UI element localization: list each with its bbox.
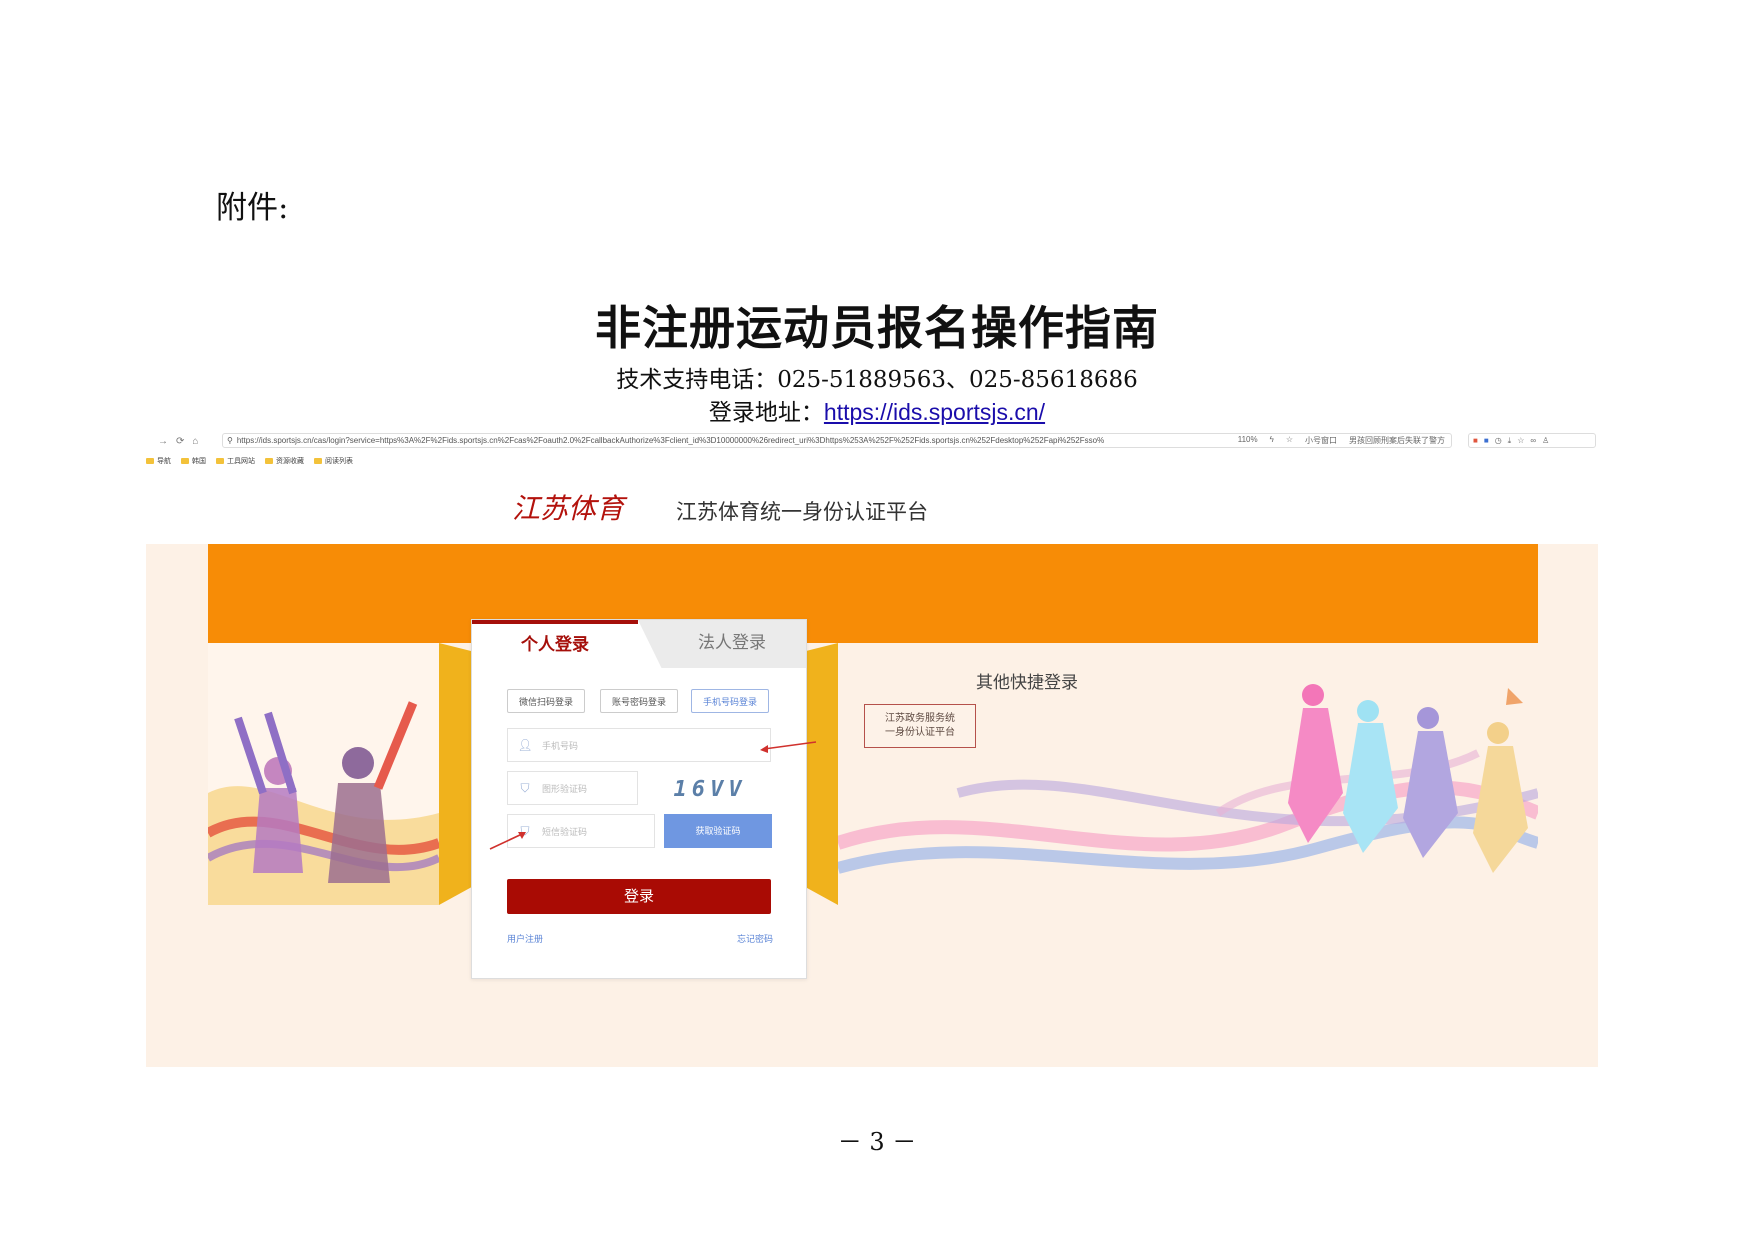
address-bar[interactable]: ⚲ https://ids.sportsjs.cn/cas/login?serv…	[222, 433, 1452, 448]
jsgov-line2: 一身份认证平台	[885, 727, 955, 738]
shield-icon: ⛉	[520, 780, 530, 795]
login-button[interactable]: 登录	[507, 879, 771, 914]
orange-banner	[208, 544, 1538, 643]
home-icon[interactable]: ⌂	[192, 436, 198, 447]
tab-personal-login[interactable]: 个人登录	[472, 620, 638, 668]
bookmark-folder[interactable]: 资源收藏	[265, 454, 304, 468]
bookmark-folder[interactable]: 导航	[146, 454, 171, 468]
bookmarks-bar: 导航 韩国 工具网站 资源收藏 阅读列表	[146, 454, 353, 468]
captcha-input[interactable]: ⛉ 图形验证码	[507, 771, 638, 805]
phone-placeholder: 手机号码	[542, 740, 579, 751]
download-icon[interactable]: ⤓	[1508, 436, 1512, 446]
login-tabs: 个人登录 法人登录	[472, 620, 806, 668]
red-arrow-sms	[489, 832, 526, 850]
jsgov-line1: 江苏政务服务统	[885, 713, 955, 724]
site-header: 江苏体育 江苏体育统一身份认证平台	[146, 472, 1598, 544]
folder-icon	[314, 458, 322, 464]
tab-corporate-login[interactable]: 法人登录	[638, 620, 806, 668]
browser-toolbar: → ⟳ ⌂ ⚲ https://ids.sportsjs.cn/cas/logi…	[146, 430, 1598, 452]
favorites-icon[interactable]: ☆	[1517, 436, 1524, 445]
document-title: 非注册运动员报名操作指南	[595, 301, 1159, 355]
login-address-link[interactable]: https://ids.sportsjs.cn/	[824, 399, 1045, 425]
red-arrow-phone	[760, 741, 817, 753]
login-address-line: 登录地址：https://ids.sportsjs.cn/	[0, 393, 1754, 427]
bookmark-folder[interactable]: 韩国	[181, 454, 206, 468]
user-icon: 👤︎	[517, 738, 533, 752]
search-icon: ⚲	[227, 436, 233, 445]
bookmark-folder[interactable]: 阅读列表	[314, 454, 353, 468]
support-phone-line: 技术支持电话：025-51889563、025-85618686	[616, 367, 1138, 393]
folder-icon	[265, 458, 273, 464]
forgot-password-link[interactable]: 忘记密码	[737, 932, 773, 945]
sms-code-input[interactable]: ⛉ 短信验证码	[507, 814, 655, 848]
captcha-placeholder: 图形验证码	[542, 783, 588, 794]
forward-icon[interactable]: →	[158, 436, 168, 447]
jiangsu-gov-login-button[interactable]: 江苏政务服务统 一身份认证平台	[864, 704, 976, 748]
celebrating-athletes-illustration	[208, 643, 439, 905]
translate-icon[interactable]: ■	[1484, 436, 1489, 445]
login-page-screenshot: → ⟳ ⌂ ⚲ https://ids.sportsjs.cn/cas/logi…	[146, 430, 1598, 1067]
bookmark-star-icon[interactable]: ☆	[1286, 435, 1293, 446]
runners-illustration	[838, 643, 1538, 905]
jiangsu-sports-logo: 江苏体育	[512, 492, 628, 525]
folder-icon	[216, 458, 224, 464]
register-link[interactable]: 用户注册	[507, 932, 543, 945]
captcha-image[interactable]: 16VV	[662, 773, 758, 805]
zoom-level[interactable]: 110%	[1238, 435, 1258, 446]
quick-login-title: 其他快捷登录	[976, 673, 1078, 692]
history-icon[interactable]: ◷	[1495, 436, 1502, 445]
promo-news[interactable]: 男孩回顾刑案后失联了警方	[1349, 435, 1445, 446]
phone-number-input[interactable]: 👤︎ 手机号码	[507, 728, 771, 762]
account-password-login-button[interactable]: 账号密码登录	[600, 689, 678, 713]
bookmark-folder[interactable]: 工具网站	[216, 454, 255, 468]
page-number: － 3 －	[837, 1128, 917, 1156]
sms-placeholder: 短信验证码	[542, 826, 588, 837]
login-card: 个人登录 法人登录 微信扫码登录 账号密码登录 手机号码登录 👤︎ 手机号码 ⛉…	[471, 619, 807, 979]
games-icon[interactable]: ∞	[1530, 436, 1536, 445]
lightning-icon[interactable]: ϟ	[1270, 435, 1274, 446]
get-sms-code-button[interactable]: 获取验证码	[664, 814, 772, 848]
wechat-qr-login-button[interactable]: 微信扫码登录	[507, 689, 585, 713]
svg-text:江苏体育: 江苏体育	[512, 492, 628, 525]
reload-icon[interactable]: ⟳	[176, 436, 184, 447]
phone-login-button[interactable]: 手机号码登录	[691, 689, 769, 713]
attachment-label: 附件:	[216, 190, 289, 226]
login-address-prefix: 登录地址：	[708, 400, 824, 426]
folder-icon	[146, 458, 154, 464]
site-name: 江苏体育统一身份认证平台	[676, 500, 928, 524]
extensions-bar: ■ ■ ◷ ⤓ ☆ ∞ ♙	[1468, 433, 1596, 448]
folder-icon	[181, 458, 189, 464]
small-window-button[interactable]: 小号窗口	[1305, 435, 1337, 446]
extension-icon[interactable]: ■	[1473, 436, 1478, 445]
address-url: https://ids.sportsjs.cn/cas/login?servic…	[236, 436, 1105, 445]
profile-icon[interactable]: ♙	[1542, 436, 1549, 445]
